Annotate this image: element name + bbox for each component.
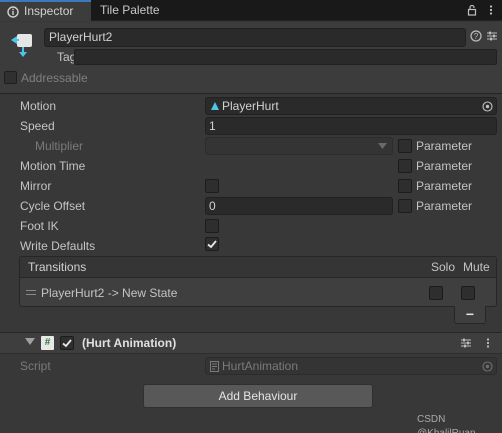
mirror-parameter-checkbox[interactable] <box>398 179 412 193</box>
lock-icon[interactable] <box>466 4 478 16</box>
foldout-arrow-icon[interactable] <box>25 338 35 345</box>
motion-time-parameter-checkbox[interactable] <box>398 159 412 173</box>
kebab-menu-icon[interactable] <box>485 4 497 16</box>
help-icon[interactable]: ? <box>470 30 482 42</box>
tab-tile-palette[interactable]: Tile Palette <box>100 0 160 21</box>
script-icon: # <box>41 336 54 350</box>
checkmark-icon <box>207 240 217 249</box>
transition-solo-checkbox[interactable] <box>429 286 443 300</box>
tab-inspector-label: Inspector <box>24 4 74 18</box>
mirror-checkbox[interactable] <box>205 179 219 193</box>
solo-column-label: Solo <box>431 260 456 274</box>
motion-label: Motion <box>20 99 57 113</box>
tab-inspector[interactable]: Inspector <box>0 0 91 21</box>
component-enabled-checkbox[interactable] <box>60 336 74 350</box>
cycle-offset-parameter-checkbox[interactable] <box>398 199 412 213</box>
motion-value: PlayerHurt <box>222 99 279 113</box>
foot-ik-checkbox[interactable] <box>205 219 219 233</box>
write-defaults-checkbox[interactable] <box>205 237 219 251</box>
script-field: HurtAnimation <box>205 357 497 375</box>
checkmark-icon <box>62 339 72 348</box>
script-label: Script <box>20 359 51 373</box>
component-header[interactable]: # (Hurt Animation) <box>0 333 502 354</box>
multiplier-parameter-checkbox[interactable] <box>398 139 412 153</box>
object-picker-icon <box>482 361 493 372</box>
inspector-header: PlayerHurt2 ? Tag Addressable <box>0 22 502 94</box>
kebab-menu-icon[interactable] <box>482 337 494 349</box>
object-picker-icon[interactable] <box>482 101 493 112</box>
preset-icon[interactable] <box>486 30 498 42</box>
multiplier-parameter-label: Parameter <box>416 139 473 153</box>
svg-text:?: ? <box>474 32 479 41</box>
object-name-input[interactable]: PlayerHurt2 <box>44 28 466 47</box>
write-defaults-label: Write Defaults <box>20 239 96 253</box>
info-icon <box>7 6 19 18</box>
transitions-header: Transitions Solo Mute <box>20 257 496 278</box>
mute-column-label: Mute <box>463 260 490 274</box>
foot-ik-label: Foot IK <box>20 219 59 233</box>
tag-field[interactable] <box>74 49 497 65</box>
mirror-label: Mirror <box>20 179 52 193</box>
drag-handle-icon[interactable] <box>26 290 36 295</box>
motion-time-label: Motion Time <box>20 159 86 173</box>
transition-mute-checkbox[interactable] <box>461 286 475 300</box>
multiplier-label: Multiplier <box>35 139 84 153</box>
animation-clip-icon <box>211 102 219 110</box>
motion-field[interactable]: PlayerHurt <box>205 97 497 115</box>
mirror-parameter-label: Parameter <box>416 179 473 193</box>
chevron-down-icon <box>378 143 387 149</box>
cycle-offset-parameter-label: Parameter <box>416 199 473 213</box>
cs-script-icon <box>210 361 219 372</box>
cycle-offset-label: Cycle Offset <box>20 199 86 213</box>
tab-tile-palette-label: Tile Palette <box>100 3 160 17</box>
remove-transition-button[interactable]: − <box>454 306 486 324</box>
tab-bar: Inspector Tile Palette <box>0 0 502 21</box>
addressable-label: Addressable <box>21 71 88 85</box>
transitions-title: Transitions <box>28 260 87 274</box>
add-behaviour-button[interactable]: Add Behaviour <box>143 384 373 408</box>
cycle-offset-field[interactable]: 0 <box>205 197 393 215</box>
speed-field[interactable]: 1 <box>205 117 497 135</box>
preset-icon[interactable] <box>460 337 472 349</box>
animator-state-icon <box>11 34 32 57</box>
script-value: HurtAnimation <box>222 359 299 373</box>
transitions-list: Transitions Solo Mute PlayerHurt2 -> New… <box>19 256 497 307</box>
addressable-checkbox[interactable] <box>4 71 17 84</box>
multiplier-dropdown <box>205 137 393 155</box>
transition-row[interactable]: PlayerHurt2 -> New State <box>20 279 496 306</box>
component-title: (Hurt Animation) <box>82 336 177 350</box>
motion-time-parameter-label: Parameter <box>416 159 473 173</box>
transition-label: PlayerHurt2 -> New State <box>41 286 178 300</box>
speed-label: Speed <box>20 119 55 133</box>
watermark: CSDN @KhalilRuan <box>417 414 476 433</box>
